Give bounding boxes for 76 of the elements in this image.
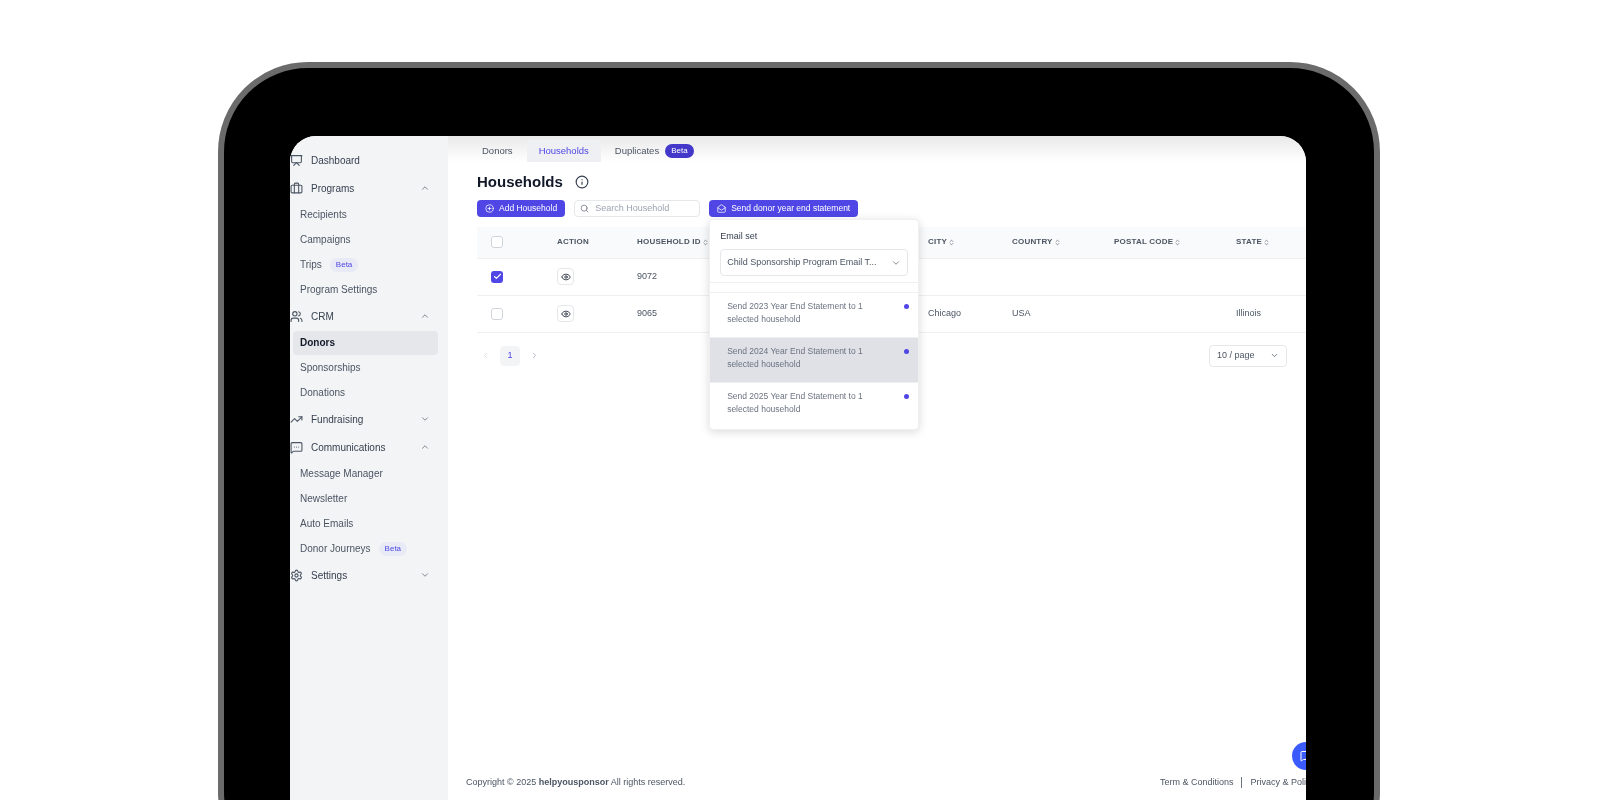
chevron-icon — [420, 414, 430, 424]
check-icon — [492, 272, 502, 281]
sidebar-item[interactable]: Campaigns — [293, 227, 438, 252]
sidebar-item[interactable]: Message Manager — [293, 461, 438, 486]
sort-icon — [948, 238, 956, 246]
chevron-icon — [420, 570, 430, 580]
page-number[interactable]: 1 — [500, 345, 520, 366]
send-statement-button[interactable]: Send donor year end statement — [709, 199, 859, 217]
sort-icon — [701, 238, 709, 246]
section-icon — [290, 181, 303, 195]
beta-badge: Beta — [329, 257, 359, 272]
footer-link[interactable]: Privacy & Poli — [1250, 775, 1306, 789]
column-header[interactable]: STATE — [1236, 236, 1271, 248]
add-household-button[interactable]: Add Household — [477, 199, 566, 217]
menu-option[interactable]: Send 2024 Year End Statement to 1 selected household — [710, 337, 919, 382]
checkbox[interactable] — [491, 307, 503, 320]
eye-icon — [560, 271, 571, 282]
column-header[interactable]: CITY — [928, 236, 956, 248]
column-header[interactable]: POSTAL CODE — [1114, 236, 1182, 248]
sidebar-item[interactable]: Program Settings — [293, 277, 438, 302]
chevron-icon — [1270, 351, 1279, 360]
table-cell-text: 9065 — [637, 306, 658, 320]
footer-link[interactable]: Term & Conditions — [1159, 775, 1234, 789]
sidebar-item[interactable]: Donors — [293, 330, 438, 355]
sidebar-item[interactable]: Recipients — [293, 202, 438, 227]
field-label: Email set — [720, 229, 759, 243]
sidebar-item[interactable]: Donations — [293, 380, 438, 405]
menu-option[interactable]: Send 2025 Year End Statement to 1 selected household — [710, 382, 919, 427]
info-icon[interactable] — [574, 175, 589, 190]
mail-icon — [717, 203, 727, 213]
view-button[interactable] — [557, 268, 574, 285]
eye-icon — [560, 308, 571, 319]
tab[interactable]: Households — [526, 140, 601, 162]
table-cell-text: Illinois — [1236, 306, 1261, 320]
chevron-icon — [420, 311, 430, 321]
sidebar-item[interactable]: Auto Emails — [293, 511, 438, 536]
section-icon — [290, 440, 303, 454]
sidebar-item[interactable]: Donor Journeys Beta — [293, 536, 438, 561]
sidebar-section[interactable]: Settings — [290, 561, 448, 589]
plus-icon — [485, 203, 494, 213]
section-icon — [290, 153, 303, 167]
page-title: Households — [477, 172, 563, 192]
copyright-text: Copyright © 2025 helpyousponsor All rights reserved. — [466, 775, 686, 789]
sidebar-section[interactable]: Fundraising — [290, 405, 448, 433]
sidebar-item[interactable]: Newsletter — [293, 486, 438, 511]
tab[interactable]: Donors — [470, 140, 525, 162]
beta-badge: Beta — [665, 144, 694, 158]
sidebar-section[interactable]: Programs — [290, 174, 448, 202]
table-cell-text: Chicago — [928, 306, 962, 320]
sort-icon — [1263, 238, 1271, 246]
tab[interactable]: Duplicates Beta — [602, 140, 706, 162]
view-button[interactable] — [557, 305, 574, 322]
sidebar-item[interactable]: Sponsorships — [293, 355, 438, 380]
sidebar-item[interactable]: Trips Beta — [293, 252, 438, 277]
checkbox[interactable] — [491, 270, 503, 283]
search-field[interactable]: Search Household — [574, 199, 701, 217]
column-header: ACTION — [557, 236, 589, 248]
chevron-icon — [420, 442, 430, 452]
section-icon — [290, 309, 303, 323]
checkbox[interactable] — [491, 236, 503, 248]
sidebar-section[interactable]: Dashboard — [290, 146, 448, 174]
section-icon — [290, 568, 303, 582]
column-header[interactable]: HOUSEHOLD ID — [637, 236, 709, 248]
menu-option[interactable]: Send 2023 Year End Statement to 1 selected household — [710, 292, 919, 337]
table-cell-text: 9072 — [637, 269, 658, 283]
email-set-select[interactable]: Child Sponsorship Program Email T... — [720, 249, 909, 276]
sort-icon — [1174, 238, 1182, 246]
sort-icon — [1053, 238, 1061, 246]
column-header[interactable]: COUNTRY — [1012, 236, 1061, 248]
sidebar-section[interactable]: Communications — [290, 433, 448, 461]
sidebar-section[interactable]: CRM — [290, 302, 448, 330]
beta-badge: Beta — [378, 541, 408, 556]
search-icon — [580, 203, 590, 213]
chevron-icon — [420, 183, 430, 193]
page-size-select[interactable]: 10 / page — [1209, 344, 1287, 367]
table-cell-text: USA — [1012, 306, 1031, 320]
